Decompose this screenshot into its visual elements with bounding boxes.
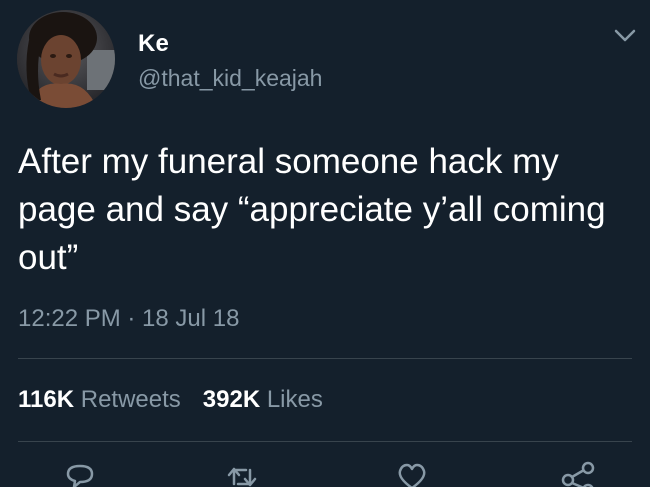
retweets-stat[interactable]: 116K Retweets xyxy=(18,386,181,413)
avatar[interactable] xyxy=(17,10,115,108)
user-handle[interactable]: @that_kid_keajah xyxy=(138,65,322,92)
retweets-label: Retweets xyxy=(80,386,181,413)
likes-count: 392K xyxy=(202,386,261,413)
divider xyxy=(18,358,632,359)
likes-label: Likes xyxy=(266,386,323,413)
retweets-count: 116K xyxy=(18,386,75,413)
tweet-timestamp[interactable]: 12:22 PM · 18 Jul 18 xyxy=(18,305,239,333)
retweet-icon[interactable] xyxy=(222,458,262,487)
profile-photo-icon xyxy=(17,10,115,108)
likes-stat[interactable]: 392K Likes xyxy=(203,386,323,413)
chevron-down-icon[interactable] xyxy=(612,26,638,46)
tweet-text: After my funeral someone hack my page an… xyxy=(18,142,606,277)
action-bar xyxy=(0,458,650,487)
engagement-stats: 116K Retweets 392K Likes xyxy=(18,386,323,414)
divider xyxy=(18,441,632,442)
reply-icon[interactable] xyxy=(60,458,100,487)
display-name[interactable]: Ke xyxy=(138,30,169,58)
tweet-detail: Ke @that_kid_keajah After my funeral som… xyxy=(0,0,650,487)
heart-icon[interactable] xyxy=(392,458,432,487)
share-icon[interactable] xyxy=(558,458,598,487)
